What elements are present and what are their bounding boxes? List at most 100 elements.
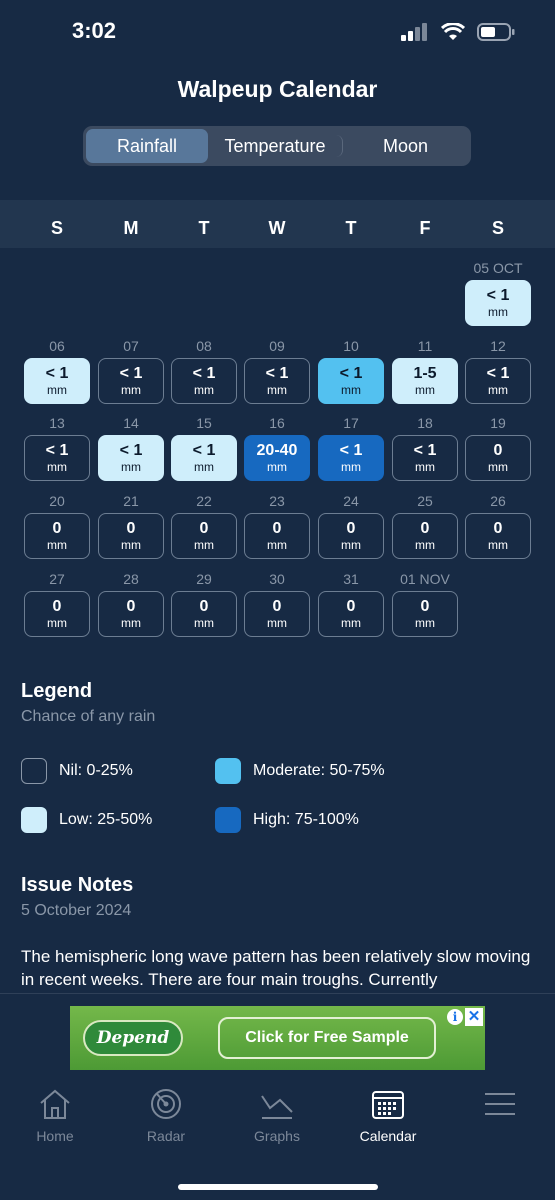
calendar-day[interactable]: 25 0 mm bbox=[388, 491, 462, 559]
day-date: 22 bbox=[196, 493, 212, 509]
calendar-day[interactable]: 30 0 mm bbox=[240, 569, 314, 637]
calendar-day[interactable]: 06 < 1 mm bbox=[20, 336, 94, 404]
wifi-icon bbox=[441, 23, 465, 40]
calendar-day[interactable]: 18 < 1 mm bbox=[388, 413, 462, 481]
day-date: 31 bbox=[343, 571, 359, 587]
nav-calendar[interactable]: Calendar bbox=[343, 1088, 433, 1144]
signal-icon bbox=[401, 23, 427, 41]
rain-forecast-box: < 1 mm bbox=[465, 280, 531, 326]
nav-graphs[interactable]: Graphs bbox=[232, 1088, 322, 1144]
ad-info-icon[interactable]: i bbox=[447, 1009, 463, 1025]
calendar-day[interactable]: 01 NOV 0 mm bbox=[388, 569, 462, 637]
calendar-day[interactable]: 22 0 mm bbox=[167, 491, 241, 559]
nav-radar[interactable]: Radar bbox=[121, 1088, 211, 1144]
home-indicator bbox=[178, 1184, 378, 1190]
legend-label: High: 75-100% bbox=[253, 811, 359, 828]
calendar-day[interactable]: 12 < 1 mm bbox=[461, 336, 535, 404]
day-date: 06 bbox=[49, 338, 65, 354]
legend-item-nil: Nil: 0-25% bbox=[21, 758, 133, 784]
weekday-label: S bbox=[50, 218, 63, 238]
weekday-header: S M T W T F S bbox=[0, 200, 555, 248]
status-icons bbox=[401, 22, 515, 42]
rain-forecast-box: 0 mm bbox=[171, 513, 237, 559]
legend-label: Nil: 0-25% bbox=[59, 762, 133, 779]
calendar-day[interactable]: 14 < 1 mm bbox=[94, 413, 168, 481]
page-title: Walpeup Calendar bbox=[177, 76, 378, 102]
legend-swatch bbox=[215, 758, 241, 784]
calendar-day[interactable]: 10 < 1 mm bbox=[314, 336, 388, 404]
weekday-label: S bbox=[491, 218, 504, 238]
nav-home[interactable]: Home bbox=[10, 1088, 100, 1144]
calendar-day[interactable]: 17 < 1 mm bbox=[314, 413, 388, 481]
calendar-day[interactable]: 07 < 1 mm bbox=[94, 336, 168, 404]
nav-calendar-label: Calendar bbox=[359, 1128, 417, 1144]
rain-unit: mm bbox=[121, 383, 141, 397]
rain-amount: < 1 bbox=[45, 365, 69, 382]
tab-temperature[interactable]: Temperature bbox=[208, 135, 343, 157]
rain-amount: < 1 bbox=[45, 442, 69, 459]
day-date: 27 bbox=[49, 571, 65, 587]
calendar-day[interactable]: 05 OCT < 1 mm bbox=[461, 258, 535, 326]
rain-amount: < 1 bbox=[119, 365, 143, 382]
rain-forecast-box: 0 mm bbox=[24, 513, 90, 559]
calendar-day[interactable]: 16 20-40 mm bbox=[240, 413, 314, 481]
rain-forecast-box: < 1 mm bbox=[171, 435, 237, 481]
radar-icon bbox=[151, 1089, 181, 1119]
rain-unit: mm bbox=[488, 538, 508, 552]
legend-label: Low: 25-50% bbox=[59, 811, 153, 828]
rain-unit: mm bbox=[415, 538, 435, 552]
day-date: 10 bbox=[343, 338, 359, 354]
calendar-day[interactable]: 26 0 mm bbox=[461, 491, 535, 559]
calendar-day[interactable]: 08 < 1 mm bbox=[167, 336, 241, 404]
day-date: 17 bbox=[343, 415, 359, 431]
rain-amount: < 1 bbox=[339, 442, 363, 459]
day-date: 24 bbox=[343, 493, 359, 509]
rain-amount: 0 bbox=[346, 598, 356, 615]
rain-forecast-box: 0 mm bbox=[24, 591, 90, 637]
tab-moon[interactable]: Moon bbox=[343, 129, 468, 163]
calendar-day[interactable]: 20 0 mm bbox=[20, 491, 94, 559]
calendar-day[interactable]: 31 0 mm bbox=[314, 569, 388, 637]
rain-forecast-box: 20-40 mm bbox=[244, 435, 310, 481]
rain-unit: mm bbox=[488, 383, 508, 397]
rain-amount: 20-40 bbox=[256, 442, 298, 459]
calendar-day[interactable]: 28 0 mm bbox=[94, 569, 168, 637]
tab-rainfall[interactable]: Rainfall bbox=[86, 129, 208, 163]
weekday-label: F bbox=[419, 218, 431, 238]
legend-item-moderate: Moderate: 50-75% bbox=[215, 758, 385, 784]
issue-notes-body: The hemispheric long wave pattern has be… bbox=[21, 947, 531, 989]
calendar-day[interactable]: 19 0 mm bbox=[461, 413, 535, 481]
rain-amount: 1-5 bbox=[413, 365, 437, 382]
rain-forecast-box: < 1 mm bbox=[465, 358, 531, 404]
rain-amount: 0 bbox=[346, 520, 356, 537]
rain-unit: mm bbox=[47, 616, 67, 630]
ad-banner[interactable]: Depend Click for Free Sample i ✕ bbox=[70, 1006, 485, 1070]
weekday-label: T bbox=[198, 218, 210, 238]
calendar-day[interactable]: 21 0 mm bbox=[94, 491, 168, 559]
rain-amount: < 1 bbox=[413, 442, 437, 459]
ad-close-icon[interactable]: ✕ bbox=[465, 1008, 483, 1026]
rain-amount: 0 bbox=[126, 520, 136, 537]
rain-amount: 0 bbox=[272, 598, 282, 615]
calendar-day[interactable]: 24 0 mm bbox=[314, 491, 388, 559]
calendar-day[interactable]: 29 0 mm bbox=[167, 569, 241, 637]
rain-forecast-box: 0 mm bbox=[318, 513, 384, 559]
rain-unit: mm bbox=[47, 460, 67, 474]
rain-forecast-box: 0 mm bbox=[244, 591, 310, 637]
rain-forecast-box: < 1 mm bbox=[98, 358, 164, 404]
nav-graphs-label: Graphs bbox=[254, 1128, 300, 1144]
calendar-day[interactable]: 09 < 1 mm bbox=[240, 336, 314, 404]
calendar-day[interactable]: 13 < 1 mm bbox=[20, 413, 94, 481]
rain-amount: < 1 bbox=[192, 442, 216, 459]
ad-cta-button[interactable]: Click for Free Sample bbox=[218, 1017, 436, 1059]
calendar-day[interactable]: 27 0 mm bbox=[20, 569, 94, 637]
calendar-day[interactable]: 11 1-5 mm bbox=[388, 336, 462, 404]
nav-menu[interactable] bbox=[455, 1088, 545, 1128]
calendar-day[interactable]: 23 0 mm bbox=[240, 491, 314, 559]
rain-forecast-box: 0 mm bbox=[465, 435, 531, 481]
legend-swatch bbox=[21, 758, 47, 784]
rain-unit: mm bbox=[415, 383, 435, 397]
calendar-day[interactable]: 15 < 1 mm bbox=[167, 413, 241, 481]
rain-amount: < 1 bbox=[265, 365, 289, 382]
rain-unit: mm bbox=[121, 616, 141, 630]
